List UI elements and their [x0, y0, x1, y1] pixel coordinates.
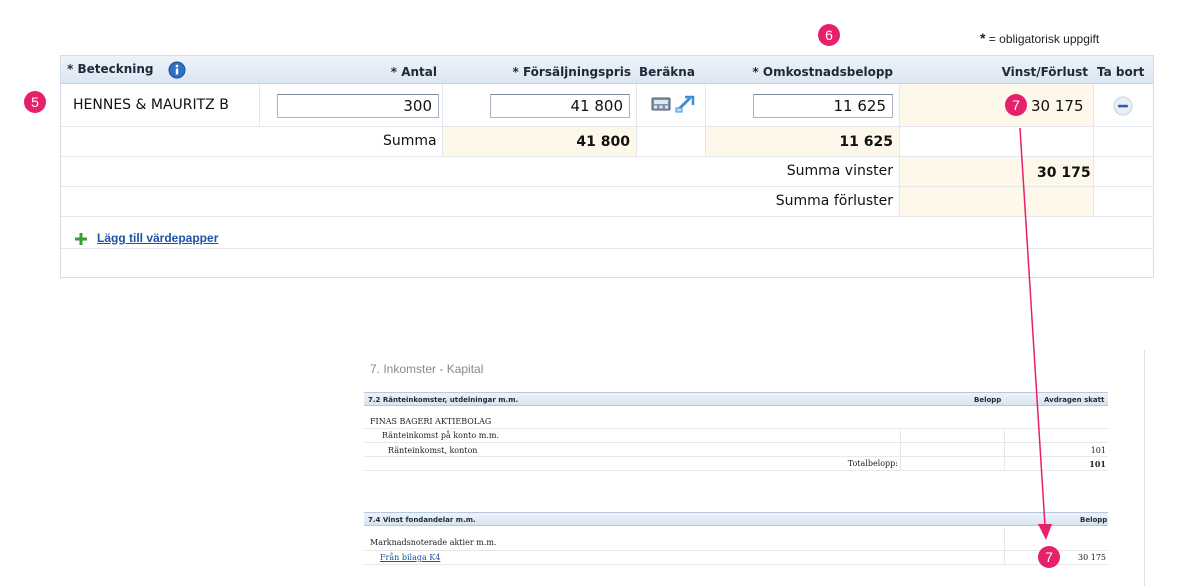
table-72-total-skatt: 101	[1089, 459, 1106, 469]
calculator-icon[interactable]	[651, 96, 671, 116]
summa-forluster-label: Summa förluster	[775, 193, 893, 209]
table-col-line	[1004, 528, 1005, 564]
table-74-group: Marknadsnoterade aktier m.m.	[370, 538, 497, 547]
step-badge-6: 6	[818, 24, 840, 46]
tax-report: 7. Inkomster - Kapital 7.2 Ränteinkomste…	[358, 350, 1148, 586]
table-col-line	[900, 428, 901, 470]
row-divider	[61, 126, 1153, 127]
table-72-title: 7.2 Ränteinkomster, utdelningar m.m.	[368, 396, 519, 404]
remove-icon[interactable]	[1113, 96, 1133, 120]
table-line	[364, 564, 1108, 565]
table-line	[364, 442, 1108, 443]
step-badge-7: 7	[1005, 94, 1027, 116]
header-antal: * Antal	[390, 65, 437, 79]
step-badge-7-report: 7	[1038, 546, 1060, 568]
summa-forsaljningspris: 41 800	[576, 134, 630, 150]
forsaljningspris-input[interactable]: 41 800	[490, 94, 630, 118]
summa-label: Summa	[383, 133, 437, 149]
col-divider	[1093, 84, 1094, 216]
grid-header: * Beteckning * Antal * Försäljningspris …	[61, 56, 1153, 84]
table-line	[364, 550, 1108, 551]
antal-input[interactable]: 300	[277, 94, 439, 118]
table-74-header: 7.4 Vinst fondandelar m.m. Belopp	[364, 512, 1108, 526]
table-72-company: FINAS BAGERI AKTIEBOLAG	[370, 417, 492, 426]
table-74-col-belopp: Belopp	[1080, 516, 1108, 524]
row-beteckning: HENNES & MAURITZ B	[73, 97, 229, 113]
summa-vinster-value: 30 175	[1037, 165, 1091, 181]
required-star: *	[980, 30, 986, 46]
vinst-forlust-value: 30 175	[1031, 97, 1084, 115]
header-vinst-forlust: Vinst/Förlust	[1001, 65, 1088, 79]
row-divider	[61, 248, 1153, 249]
row-divider	[61, 216, 1153, 217]
col-divider	[636, 84, 637, 156]
col-divider	[899, 84, 900, 216]
header-berakna: Beräkna	[639, 65, 695, 79]
info-icon[interactable]	[168, 61, 186, 82]
summa-omkostnadsbelopp: 11 625	[839, 134, 893, 150]
table-72-sub2: Ränteinkomst, konton	[388, 446, 478, 455]
table-line	[364, 456, 1108, 457]
table-74-belopp: 30 175	[1078, 553, 1106, 562]
step-badge-5: 5	[24, 91, 46, 113]
header-omkostnadsbelopp: * Omkostnadsbelopp	[752, 65, 893, 79]
table-72: 7.2 Ränteinkomster, utdelningar m.m. Bel…	[364, 392, 1108, 472]
header-beteckning: * Beteckning	[67, 62, 154, 76]
table-72-col-skatt: Avdragen skatt	[1044, 396, 1105, 404]
report-title: 7. Inkomster - Kapital	[370, 362, 484, 376]
bilaga-k4-link[interactable]: Från bilaga K4	[380, 553, 440, 562]
table-72-total-label: Totalbelopp:	[847, 459, 898, 468]
summa-vinster-label: Summa vinster	[786, 163, 893, 179]
table-72-sub1: Ränteinkomst på konto m.m.	[382, 431, 499, 440]
table-line	[364, 428, 1108, 429]
add-icon[interactable]	[73, 231, 89, 251]
table-74: 7.4 Vinst fondandelar m.m. Belopp Markna…	[364, 512, 1108, 565]
header-ta-bort: Ta bort	[1097, 65, 1145, 79]
link-arrow-icon[interactable]	[675, 94, 697, 118]
required-legend-text: = obligatorisk uppgift	[988, 32, 1100, 46]
table-col-line	[1004, 428, 1005, 470]
table-line	[364, 470, 1108, 471]
required-legend: * = obligatorisk uppgift	[980, 30, 1099, 46]
report-edge	[1144, 350, 1145, 586]
row-divider	[61, 186, 1153, 187]
table-72-header: 7.2 Ränteinkomster, utdelningar m.m. Bel…	[364, 392, 1108, 406]
header-forsaljningspris: * Försäljningspris	[512, 65, 632, 79]
col-divider	[259, 84, 260, 126]
table-72-sub2-skatt: 101	[1090, 446, 1106, 455]
add-security-link[interactable]: Lägg till värdepapper	[97, 231, 218, 245]
table-74-title: 7.4 Vinst fondandelar m.m.	[368, 516, 476, 524]
table-72-col-belopp: Belopp	[974, 396, 1002, 404]
omkostnadsbelopp-input[interactable]: 11 625	[753, 94, 893, 118]
row-divider	[61, 156, 1153, 157]
securities-grid: * Beteckning * Antal * Försäljningspris …	[60, 55, 1154, 278]
